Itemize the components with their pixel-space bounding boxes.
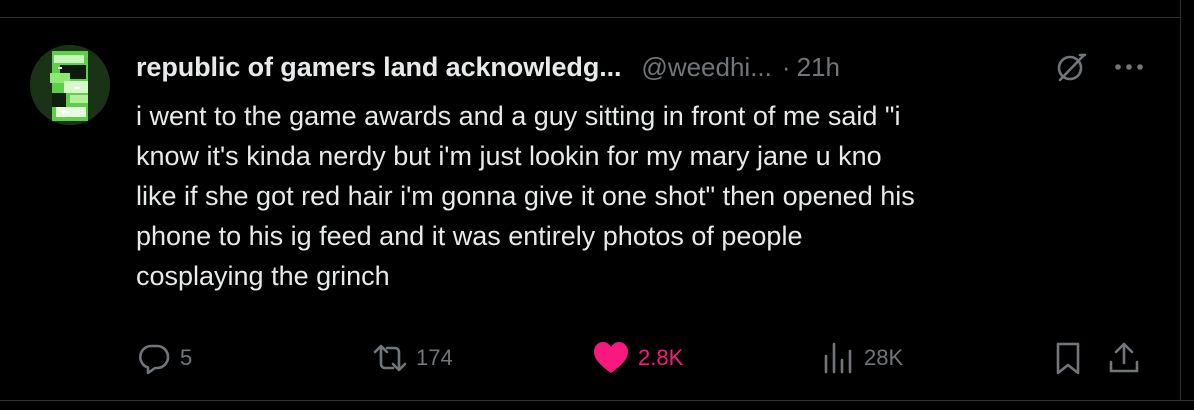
repost-count: 174	[416, 345, 453, 370]
bookmark-button[interactable]	[1050, 338, 1086, 378]
avatar[interactable]	[30, 45, 110, 125]
reply-count: 5	[180, 345, 193, 370]
repost-button[interactable]: 174	[372, 338, 453, 378]
reply-icon	[139, 344, 170, 375]
repost-icon	[373, 344, 407, 372]
reply-button[interactable]: 5	[136, 338, 192, 378]
green-glitch-avatar-icon	[30, 45, 110, 125]
share-button[interactable]	[1106, 338, 1142, 378]
right-border	[1180, 0, 1194, 410]
like-button[interactable]: 2.8K	[592, 338, 683, 378]
tweet-card[interactable]: republic of gamers land acknowledg... @w…	[0, 0, 1194, 410]
separator-dot: ·	[781, 51, 791, 82]
share-icon	[1109, 342, 1139, 373]
heart-icon	[594, 342, 628, 373]
author-display-name[interactable]: republic of gamers land acknowledg...	[136, 52, 622, 83]
tweet-text: i went to the game awards and a guy sitt…	[136, 101, 915, 291]
timestamp[interactable]: 21h	[797, 52, 840, 83]
more-button[interactable]	[1112, 50, 1146, 84]
more-icon	[1115, 64, 1143, 70]
views-icon	[824, 342, 852, 374]
author-handle[interactable]: @weedhi...	[641, 52, 771, 83]
like-count: 2.8K	[638, 345, 684, 370]
tweet-actions: 5 174 2.8K 28K	[136, 338, 1146, 378]
top-divider	[0, 0, 1194, 18]
grok-button[interactable]	[1054, 50, 1088, 84]
tweet-header: republic of gamers land acknowledg... @w…	[136, 50, 840, 84]
views-button[interactable]: 28K	[820, 338, 903, 378]
grok-icon	[1057, 53, 1087, 82]
bottom-divider	[0, 400, 1194, 410]
views-count: 28K	[864, 345, 904, 370]
bookmark-icon	[1056, 342, 1080, 375]
